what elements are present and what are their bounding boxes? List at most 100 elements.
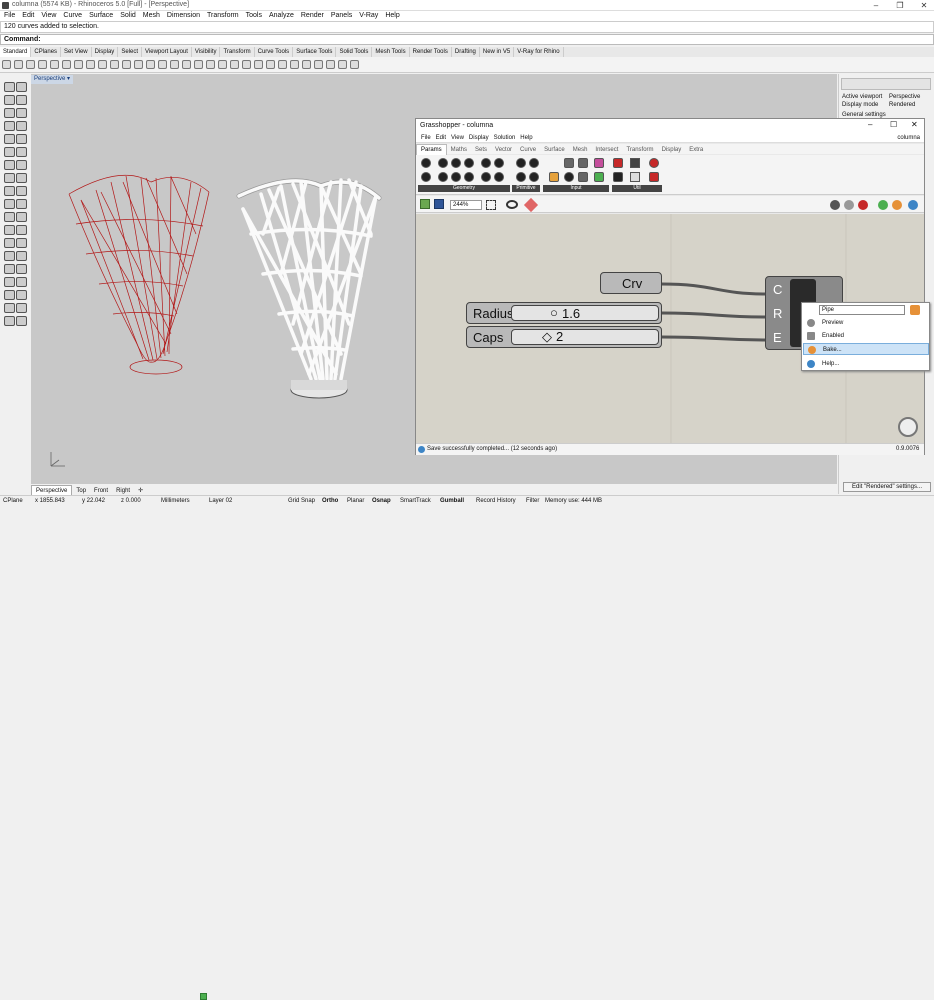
gh-group-input[interactable]: Input	[543, 185, 609, 192]
gh-tab-vector[interactable]: Vector	[491, 145, 516, 155]
gh-geometry-param-icon[interactable]	[451, 158, 461, 168]
curve-icon[interactable]	[16, 95, 27, 105]
grid-snap-toggle[interactable]: Grid Snap	[288, 497, 315, 506]
gh-menu-view[interactable]: View	[451, 133, 464, 143]
osnap-toggle[interactable]: Osnap	[372, 497, 391, 506]
ellipse-icon[interactable]	[4, 134, 15, 144]
open-file-icon[interactable]	[14, 60, 23, 69]
smarttrack-toggle[interactable]: SmartTrack	[400, 497, 431, 506]
hide-icon[interactable]	[4, 290, 15, 300]
gh-group-primitive[interactable]: Primitive	[512, 185, 540, 192]
gh-util-icon[interactable]	[613, 158, 623, 168]
menu-vray[interactable]: V-Ray	[359, 11, 378, 21]
display-mode-value[interactable]: Rendered	[889, 102, 915, 108]
tab-visibility[interactable]: Visibility	[192, 47, 221, 57]
gh-tab-extra[interactable]: Extra	[685, 145, 707, 155]
layer-tool-icon[interactable]	[16, 303, 27, 313]
group-icon[interactable]	[4, 303, 15, 313]
menu-file[interactable]: File	[4, 11, 15, 21]
pipe-input-r[interactable]: R	[773, 306, 782, 321]
close-button[interactable]: ✕	[914, 0, 934, 11]
trim-icon[interactable]	[4, 199, 15, 209]
menu-view[interactable]: View	[41, 11, 56, 21]
tab-transform[interactable]: Transform	[220, 47, 255, 57]
gh-solver-icon[interactable]	[908, 200, 918, 210]
gh-panel-input-icon[interactable]	[564, 158, 574, 168]
tab-cplanes[interactable]: CPlanes	[31, 47, 62, 57]
properties-icon[interactable]	[230, 60, 239, 69]
zoom-icon[interactable]	[134, 60, 143, 69]
gh-tab-surface[interactable]: Surface	[540, 145, 569, 155]
gh-matrix-input-icon[interactable]	[594, 172, 604, 182]
gh-preview-wire-icon[interactable]	[844, 200, 854, 210]
gh-menu-help[interactable]: Help	[520, 133, 532, 143]
menu-help[interactable]: Help	[385, 11, 399, 21]
gh-bake-icon[interactable]	[878, 200, 888, 210]
gh-open-icon[interactable]	[420, 199, 430, 209]
gh-tab-mesh[interactable]: Mesh	[569, 145, 592, 155]
gh-geometry-param-icon[interactable]	[421, 158, 431, 168]
menu-analyze[interactable]: Analyze	[269, 11, 294, 21]
units[interactable]: Millimeters	[161, 497, 190, 506]
rotate-view-icon[interactable]	[122, 60, 131, 69]
gh-menu-display[interactable]: Display	[469, 133, 489, 143]
gh-primitive-param-icon[interactable]	[516, 172, 526, 182]
arc-icon[interactable]	[16, 108, 27, 118]
gh-tab-display[interactable]: Display	[658, 145, 686, 155]
command-input[interactable]: Command:	[0, 34, 934, 45]
gh-navigation-compass-icon[interactable]	[898, 417, 918, 437]
gh-tab-sets[interactable]: Sets	[471, 145, 491, 155]
tab-display[interactable]: Display	[92, 47, 119, 57]
check-icon[interactable]	[4, 277, 15, 287]
move-icon[interactable]	[4, 212, 15, 222]
show-icon[interactable]	[16, 277, 27, 287]
cplane-icon[interactable]	[194, 60, 203, 69]
dimension-icon[interactable]	[4, 251, 15, 261]
viewport-title-tab[interactable]: Perspective ▾	[31, 75, 74, 84]
menu-item-bake[interactable]: Bake...	[803, 343, 929, 355]
gh-minimize-button[interactable]: –	[868, 120, 872, 129]
tab-standard[interactable]: Standard	[0, 47, 32, 57]
polyline-icon[interactable]	[4, 95, 15, 105]
gh-close-button[interactable]: ✕	[911, 120, 918, 129]
gh-geometry-param-icon[interactable]	[451, 172, 461, 182]
tab-vray[interactable]: V-Ray for Rhino	[514, 47, 564, 57]
tab-select[interactable]: Select	[118, 47, 142, 57]
panel-tabs[interactable]	[841, 78, 931, 90]
record-history-toggle[interactable]: Record History	[476, 497, 516, 506]
gh-swatch-input-icon[interactable]	[594, 158, 604, 168]
gh-material-icon[interactable]	[892, 200, 902, 210]
join-icon[interactable]	[4, 186, 15, 196]
caps-slider-track[interactable]: ◇ 2	[511, 329, 659, 345]
gh-save-icon[interactable]	[434, 199, 444, 209]
explode-icon[interactable]	[16, 186, 27, 196]
grid-icon[interactable]	[182, 60, 191, 69]
gh-sketch-icon[interactable]	[523, 197, 539, 213]
gh-tab-transform[interactable]: Transform	[622, 145, 657, 155]
maximize-button[interactable]: ❐	[890, 0, 910, 11]
gh-primitive-param-icon[interactable]	[529, 172, 539, 182]
gh-geometry-param-icon[interactable]	[481, 158, 491, 168]
tab-curve-tools[interactable]: Curve Tools	[255, 47, 294, 57]
select-arrow-icon[interactable]	[4, 82, 15, 92]
gh-zoom-extents-icon[interactable]	[486, 200, 496, 210]
radius-slider-track[interactable]: ○ 1.6	[511, 305, 659, 321]
tab-viewport-layout[interactable]: Viewport Layout	[142, 47, 192, 57]
menu-item-help[interactable]: Help...	[803, 358, 929, 370]
edit-rendered-settings-button[interactable]: Edit "Rendered" settings...	[843, 482, 931, 492]
tab-drafting[interactable]: Drafting	[452, 47, 480, 57]
surface-icon[interactable]	[16, 147, 27, 157]
material-tool-icon[interactable]	[4, 316, 15, 326]
planar-toggle[interactable]: Planar	[347, 497, 364, 506]
rectangle-icon[interactable]	[4, 121, 15, 131]
tab-solid-tools[interactable]: Solid Tools	[336, 47, 373, 57]
menu-solid[interactable]: Solid	[120, 11, 136, 21]
layer-icon[interactable]	[266, 60, 275, 69]
ortho-toggle[interactable]: Ortho	[322, 497, 338, 506]
boolean-icon[interactable]	[16, 173, 27, 183]
gh-geometry-param-icon[interactable]	[494, 158, 504, 168]
gh-geometry-param-icon[interactable]	[438, 172, 448, 182]
tab-surface-tools[interactable]: Surface Tools	[293, 47, 337, 57]
menu-item-preview[interactable]: Preview	[803, 317, 929, 329]
gh-menu-edit[interactable]: Edit	[436, 133, 446, 143]
